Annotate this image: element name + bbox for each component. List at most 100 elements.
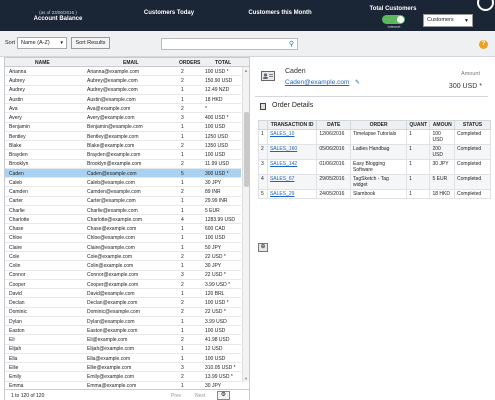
table-row[interactable]: Easton Easton@example.com 1 100 USD: [5, 326, 241, 336]
row-total: 1283.99 USD: [205, 216, 236, 223]
top-bar: (as of 23/06/2016 ) Account Balance Cust…: [0, 0, 495, 31]
search-input[interactable]: ⚲: [161, 38, 298, 50]
scroll-down-icon[interactable]: ▼: [244, 376, 248, 381]
order-index: 1: [258, 129, 268, 145]
row-orders: 2: [181, 253, 184, 260]
scroll-up-icon[interactable]: ▲: [244, 68, 248, 73]
row-email: Dominic@example.com: [87, 309, 140, 316]
transaction-link[interactable]: SALES_142: [266, 159, 318, 175]
filter-select[interactable]: Customers ▼: [423, 14, 473, 27]
row-email: Camden@example.com: [87, 189, 141, 196]
row-email: Brayden@example.com: [87, 152, 141, 159]
row-email: Eli@example.com: [87, 337, 128, 344]
table-row[interactable]: Camden Camden@example.com 2 89 INR: [5, 187, 241, 197]
transaction-link[interactable]: SALES_10: [266, 129, 318, 145]
order-amount: 200 USD: [429, 144, 456, 160]
row-name: Benjamin: [9, 124, 30, 131]
table-row[interactable]: Caden Caden@example.com 5 300 USD *: [5, 168, 241, 178]
edit-icon[interactable]: ✎: [355, 79, 360, 86]
help-icon[interactable]: ?: [479, 40, 488, 49]
customers-today-label: Customers Today: [143, 10, 195, 16]
table-row[interactable]: Arianna Arianna@example.com 2 100 USD *: [5, 67, 241, 77]
gear-icon[interactable]: ⚙: [217, 391, 230, 400]
table-row[interactable]: Blake Blake@example.com 2 1350 USD: [5, 141, 241, 151]
row-total: 100 USD: [205, 152, 226, 159]
table-row[interactable]: Cole Cole@example.com 2 22 USD *: [5, 252, 241, 262]
table-row[interactable]: Benjamin Benjamin@example.com 1 100 USD: [5, 123, 241, 132]
row-orders: 1: [181, 124, 184, 131]
list-scrollbar[interactable]: ▲ ▼: [242, 67, 249, 382]
table-row[interactable]: Declan Declan@example.com 2 100 USD *: [5, 298, 241, 308]
row-email: Benjamin@example.com: [87, 124, 143, 131]
row-name: Avery: [9, 115, 22, 122]
table-row[interactable]: Avery Avery@example.com 3 400 USD *: [5, 113, 241, 123]
table-row[interactable]: Austin Austin@example.com 1 18 HKD: [5, 95, 241, 104]
row-total: 5 EUR: [205, 207, 220, 214]
header-transaction[interactable]: TRANSACTION ID: [266, 120, 318, 130]
table-row[interactable]: Ella Ella@example.com 1 100 USD: [5, 354, 241, 363]
header-amount[interactable]: AMOUN: [429, 120, 456, 130]
table-row[interactable]: Ellie Ellie@example.com 3 310.05 USD *: [5, 363, 241, 373]
table-row[interactable]: Audrey Audrey@example.com 1 12.49 NZD: [5, 86, 241, 95]
table-row[interactable]: David David@example.com 1 120 BRL: [5, 289, 241, 299]
table-row[interactable]: Dylan Dylan@example.com 1 3.99 USD: [5, 317, 241, 326]
add-order-button[interactable]: ⊕: [258, 243, 268, 252]
customer-email-link[interactable]: Caden@example.com: [285, 79, 349, 86]
row-total: 12 USD: [205, 346, 223, 353]
header-date[interactable]: DATE: [316, 120, 352, 130]
row-orders: 2: [181, 161, 184, 168]
prev-page-link[interactable]: Prev: [171, 393, 181, 399]
order-quantity: 1: [406, 159, 431, 175]
header-quantity[interactable]: QUANT: [406, 120, 431, 130]
row-email: Carter@example.com: [87, 198, 136, 205]
table-row[interactable]: Dominic Dominic@example.com 2 22 USD *: [5, 308, 241, 317]
table-row[interactable]: Charlie Charlie@example.com 1 5 EUR: [5, 206, 241, 215]
header-email[interactable]: EMAIL: [123, 60, 139, 66]
table-row[interactable]: Carter Carter@example.com 1 29.99 INR: [5, 197, 241, 206]
table-row[interactable]: Cooper Cooper@example.com 2 3.99 USD *: [5, 280, 241, 289]
next-page-link[interactable]: Next: [195, 393, 205, 399]
table-row[interactable]: Chloe Chloe@example.com 1 100 USD: [5, 234, 241, 243]
row-name: Caleb: [9, 179, 23, 186]
header-status[interactable]: STATUS: [454, 120, 491, 130]
header-orders[interactable]: ORDERS: [179, 60, 200, 66]
row-orders: 2: [181, 374, 184, 381]
transaction-link[interactable]: SALES_160: [266, 144, 318, 160]
table-row[interactable]: Colin Colin@example.com 1 30 JPY: [5, 261, 241, 271]
table-row[interactable]: Eli Eli@example.com 2 41.98 USD: [5, 335, 241, 345]
row-orders: 2: [181, 78, 184, 85]
header-total[interactable]: TOTAL: [215, 60, 231, 66]
sort-select[interactable]: Name (A-Z) ▼: [17, 37, 67, 49]
table-row[interactable]: Bentley Bentley@example.com 1 1250 USD: [5, 132, 241, 141]
internet-toggle[interactable]: [382, 15, 405, 24]
table-row[interactable]: Ava Ava@example.com 2 *: [5, 104, 241, 114]
transaction-link[interactable]: SALES_67: [266, 174, 318, 190]
scrollbar-thumb[interactable]: [244, 112, 249, 187]
table-row[interactable]: Caleb Caleb@example.com 1 30 JPY: [5, 178, 241, 188]
total-customers-label: Total Customers: [369, 6, 417, 12]
search-icon[interactable]: ⚲: [289, 40, 294, 48]
sort-results-button[interactable]: Sort Results: [71, 37, 110, 49]
row-total: 22 USD *: [205, 272, 226, 279]
row-name: Brooklyn: [9, 161, 29, 168]
row-name: Cole: [9, 253, 20, 260]
table-row[interactable]: Chase Chase@example.com 1 600 CAD: [5, 224, 241, 234]
header-order[interactable]: ORDER: [350, 120, 408, 130]
row-email: Caleb@example.com: [87, 179, 135, 186]
table-row[interactable]: Emily Emily@example.com 2 13.99 USD *: [5, 372, 241, 382]
row-name: Ellie: [9, 364, 19, 371]
table-row[interactable]: Aubrey Aubrey@example.com 2 150.90 USD: [5, 76, 241, 86]
row-email: Bentley@example.com: [87, 133, 139, 140]
order-index: 5: [258, 189, 268, 199]
order-date: 12/06/2016: [316, 129, 352, 145]
transaction-link[interactable]: SALES_29: [266, 189, 318, 199]
row-email: Cooper@example.com: [87, 281, 139, 288]
table-row[interactable]: Elijah Elijah@example.com 1 12 USD: [5, 345, 241, 354]
table-row[interactable]: Connor Connor@example.com 3 22 USD *: [5, 271, 241, 280]
order-status: Completed: [454, 174, 491, 190]
table-row[interactable]: Charlotte Charlotte@example.com 4 1283.99 U…: [5, 215, 241, 225]
header-name[interactable]: NAME: [35, 60, 50, 66]
table-row[interactable]: Brayden Brayden@example.com 1 100 USD: [5, 150, 241, 160]
table-row[interactable]: Brooklyn Brooklyn@example.com 2 11.99 USD: [5, 160, 241, 169]
table-row[interactable]: Claire Claire@example.com 1 50 JPY: [5, 243, 241, 252]
